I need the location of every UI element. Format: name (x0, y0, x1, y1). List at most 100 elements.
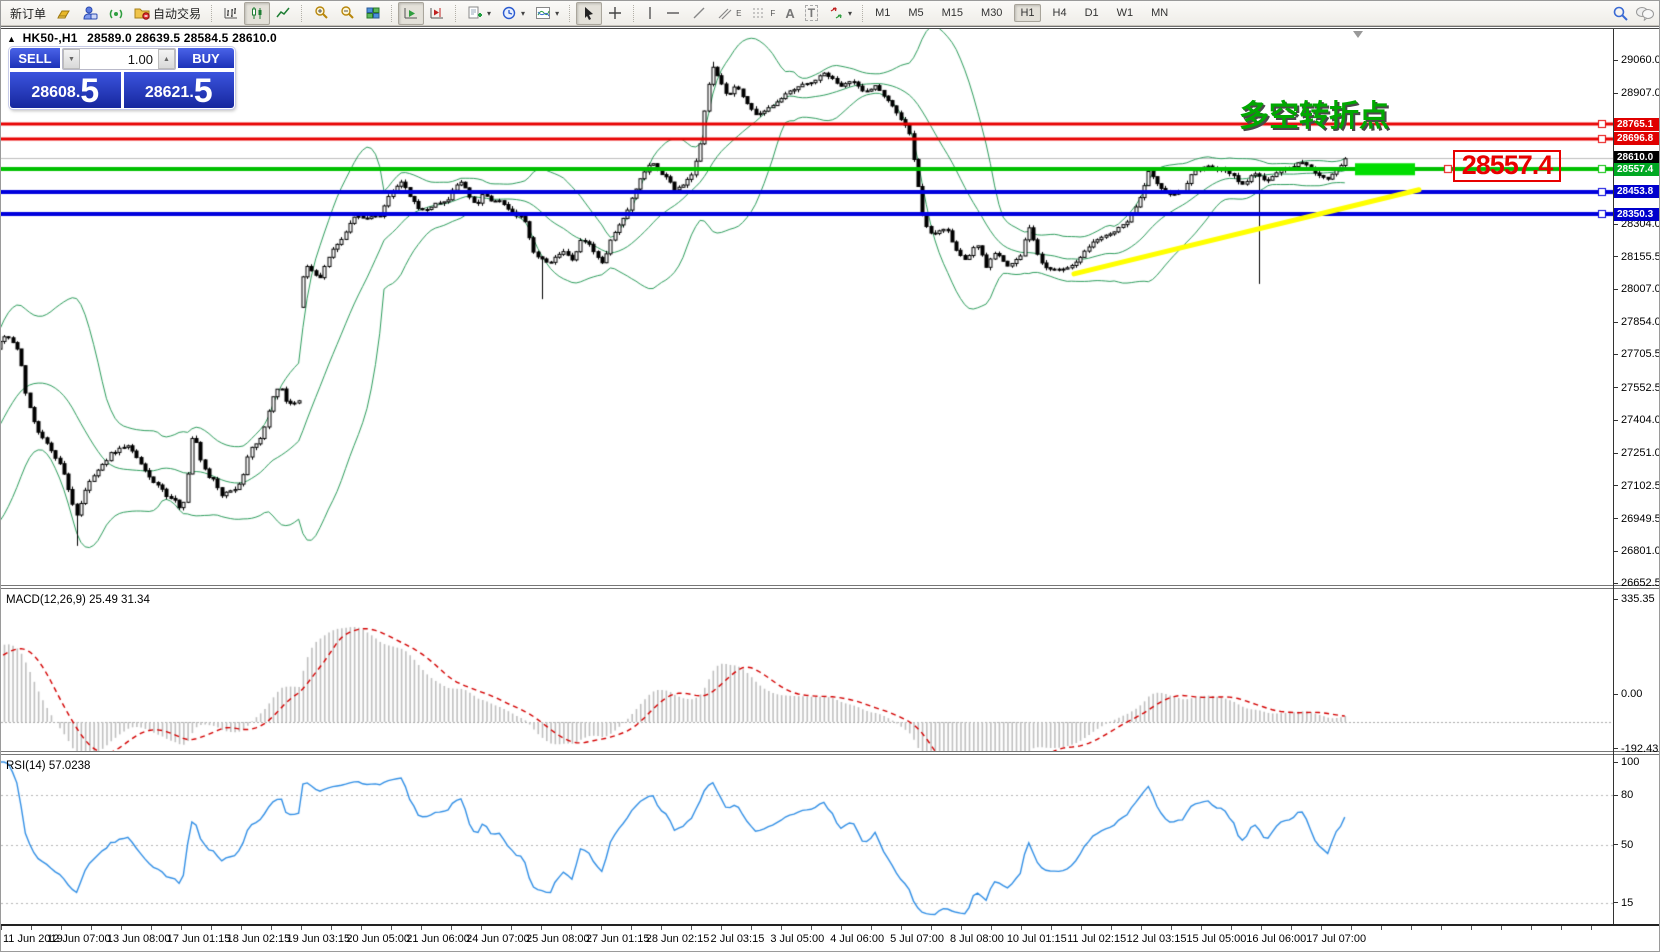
crosshair-button[interactable] (602, 2, 628, 25)
zoom-out-button[interactable] (334, 2, 360, 25)
toolbar-separator (391, 4, 393, 22)
rsi-tick-label: 80 (1614, 789, 1633, 801)
toolbar-separator (455, 4, 457, 22)
volume-increase-button[interactable]: ▲ (158, 49, 175, 69)
collapse-panel-icon[interactable]: ▲ (7, 34, 16, 44)
channel-e-label: E (736, 8, 742, 18)
price-badge: 28453.8 (1614, 185, 1659, 199)
rsi-pane-canvas[interactable] (1, 755, 1613, 924)
cursor-button[interactable] (576, 1, 603, 25)
profile-button[interactable] (77, 2, 103, 25)
sell-button[interactable]: SELL (10, 48, 60, 70)
timeframe-w1-button[interactable]: W1 (1111, 4, 1140, 22)
channel-icon (717, 5, 733, 21)
turning-point-annotation[interactable]: 多空转折点 (1239, 91, 1389, 135)
candlestick-chart-button[interactable] (244, 1, 271, 25)
tick-mark (1614, 452, 1618, 454)
horizontal-line-button[interactable] (660, 2, 686, 25)
candlestick-icon (249, 5, 265, 21)
symbol-period-label: HK50-,H1 (22, 31, 78, 45)
macd-tick-label: -192.43 (1614, 743, 1658, 755)
buy-price-button[interactable]: 28621. 5 (123, 72, 234, 108)
chart-shift-marker[interactable] (1353, 31, 1363, 38)
time-tick-label: 10 Jul 01:15 (1006, 933, 1067, 945)
tick-mark (1614, 794, 1618, 796)
toolbar-separator (569, 4, 571, 22)
macd-pane-canvas[interactable] (1, 589, 1613, 751)
timeframe-h1-button[interactable]: H1 (1014, 4, 1041, 22)
new-order-button[interactable]: 新订单 (5, 2, 51, 25)
line-chart-button[interactable] (270, 2, 296, 25)
clock-icon (501, 5, 517, 21)
search-icon[interactable] (1612, 5, 1629, 22)
macd-tick-label: 335.35 (1614, 593, 1655, 605)
toolbar-separator (862, 4, 864, 22)
bar-chart-button[interactable] (218, 2, 244, 25)
indicators-button[interactable]: ▾ (530, 2, 564, 25)
macd-tick-label: 0.00 (1614, 688, 1642, 700)
time-tick-label: 20 Jun 05:00 (346, 933, 411, 945)
up-arrow-icon: ▲ (163, 55, 170, 63)
signal-button[interactable] (103, 2, 129, 25)
fibo-f-label: F (770, 8, 776, 18)
time-tick-label: 24 Jun 07:00 (466, 933, 530, 945)
timeframe-h4-button[interactable]: H4 (1047, 4, 1073, 22)
text-label-button[interactable]: T (800, 2, 823, 25)
new-chart-icon (467, 5, 483, 21)
tick-mark (1614, 748, 1618, 750)
timeframe-m5-button[interactable]: M5 (902, 4, 929, 22)
one-click-trading-panel: SELL ▼ 1.00 ▲ BUY 28608. 5 28621. 5 (9, 47, 235, 109)
fibonacci-button[interactable]: F (746, 2, 780, 25)
rsi-tick-label: 100 (1614, 756, 1639, 768)
bar-chart-icon (223, 5, 239, 21)
price-tick-label: 28907.0 (1614, 87, 1659, 99)
toolbar: 新订单 自动交易 ▾ ▾ ▾ E F A T ▾ M1 M5 M15 M30 H… (1, 1, 1659, 26)
tick-mark (1614, 223, 1618, 225)
price-badge: 28765.1 (1614, 117, 1659, 131)
chart-shift-button[interactable] (424, 2, 450, 25)
trendline-icon (691, 5, 707, 21)
timeframe-d1-button[interactable]: D1 (1079, 4, 1105, 22)
time-axis-ticks (1, 926, 1613, 930)
time-tick-label: 17 Jul 07:00 (1306, 933, 1367, 945)
trendline-button[interactable] (686, 2, 712, 25)
time-tick-label: 21 Jun 06:00 (406, 933, 470, 945)
timeframe-m15-button[interactable]: M15 (936, 4, 969, 22)
price-tick-label: 26949.5 (1614, 513, 1659, 525)
tick-mark (1614, 902, 1618, 904)
timeframe-m1-button[interactable]: M1 (869, 4, 896, 22)
sell-price-button[interactable]: 28608. 5 (10, 72, 121, 108)
channel-button[interactable]: E (712, 2, 746, 25)
buy-button[interactable]: BUY (178, 48, 234, 70)
tick-mark (1614, 844, 1618, 846)
tile-windows-button[interactable] (360, 2, 386, 25)
sell-price-pips: 5 (80, 72, 100, 110)
community-chat-icon[interactable] (1635, 5, 1655, 21)
autotrade-button[interactable]: 自动交易 (129, 2, 206, 25)
vertical-line-button[interactable] (640, 2, 660, 25)
price-tick-label: 26801.0 (1614, 545, 1659, 557)
new-chart-button[interactable]: ▾ (462, 2, 496, 25)
volume-decrease-button[interactable]: ▼ (63, 49, 80, 69)
price-label-box[interactable]: 28557.4 (1453, 150, 1561, 182)
arrows-button[interactable]: ▾ (823, 2, 857, 25)
timeframe-mn-button[interactable]: MN (1145, 4, 1174, 22)
timeframe-m30-button[interactable]: M30 (975, 4, 1008, 22)
autoscroll-button[interactable] (398, 1, 425, 25)
zoom-in-button[interactable] (308, 2, 334, 25)
gold-button[interactable] (51, 2, 77, 25)
price-badge: 28350.3 (1614, 207, 1659, 221)
tick-mark (1614, 288, 1618, 290)
volume-input[interactable]: 1.00 (80, 49, 158, 69)
time-axis[interactable]: 11 Jun 2019 12 Jun 07:00 13 Jun 08:00 17 Ju… (1, 924, 1659, 951)
time-tick-label: 3 Jul 05:00 (770, 933, 825, 945)
chevron-down-icon: ▾ (848, 8, 853, 18)
time-tick-label: 12 Jun 07:00 (47, 933, 111, 945)
text-button[interactable]: A (780, 2, 799, 25)
tick-mark (1614, 354, 1618, 356)
chart-shift-icon (429, 5, 445, 21)
period-button[interactable]: ▾ (496, 2, 530, 25)
price-tick-label: 27705.5 (1614, 348, 1659, 360)
time-tick-label: 2 Jul 03:15 (710, 933, 765, 945)
label-t-icon: T (804, 5, 819, 21)
